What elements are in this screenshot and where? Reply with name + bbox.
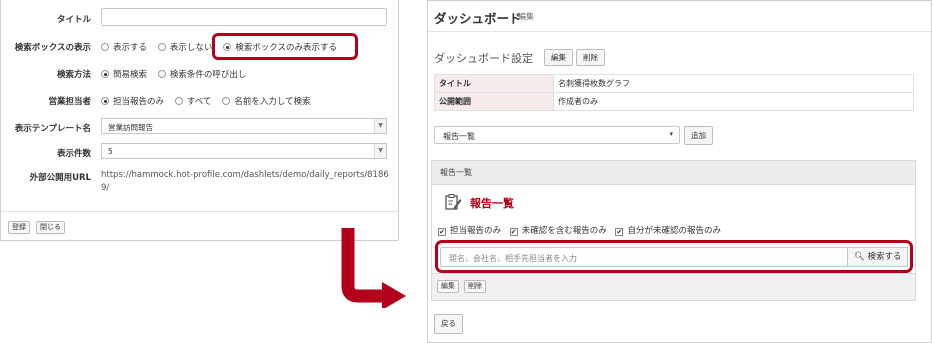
close-button[interactable]: 閉じる <box>36 221 65 234</box>
settings-table: タイトル 名刺獲得枚数グラフ 公開範囲 作成者のみ <box>434 74 914 111</box>
title-input[interactable] <box>101 8 387 26</box>
checkbox-unconfirmed-included[interactable]: ✔ 未確認を含む報告のみ <box>509 224 607 236</box>
register-button[interactable]: 登録 <box>8 221 30 234</box>
radio-selected-icon <box>101 70 109 78</box>
radio-simple-search[interactable]: 簡易検索 <box>101 68 147 80</box>
radio-icon <box>101 43 109 51</box>
radio-icon <box>157 43 166 51</box>
table-row: タイトル 名刺獲得枚数グラフ <box>434 74 914 93</box>
public-url-label: 外部公開用URL <box>29 173 91 183</box>
footer-divider <box>1 211 400 212</box>
radio-own-reports[interactable]: 担当報告のみ <box>101 95 164 107</box>
checkbox-own-reports[interactable]: ✔ 担当報告のみ <box>438 224 501 236</box>
radio-show[interactable]: 表示する <box>101 41 147 53</box>
dashlet-edit-button[interactable]: 編集 <box>437 280 459 293</box>
sales-rep-options: 担当報告のみ すべて 名前を入力して検索 <box>101 95 319 107</box>
checkmark-icon: ✔ <box>615 228 624 236</box>
template-label: 表示テンプレート名 <box>14 124 91 134</box>
checkmark-icon: ✔ <box>509 228 518 236</box>
highlight-frame <box>212 33 358 60</box>
report-list-title: 報告一覧 <box>470 197 514 210</box>
back-button[interactable]: 戻る <box>434 314 463 334</box>
dashlet-select[interactable]: 報告一覧 ▾ <box>434 126 680 144</box>
chevron-down-icon: ▾ <box>669 130 673 138</box>
report-filter-checkboxes: ✔ 担当報告のみ ✔ 未確認を含む報告のみ ✔ 自分が未確認の報告のみ <box>438 224 727 236</box>
select-arrow-icon: ▼ <box>374 119 386 133</box>
table-value: 作成者のみ <box>553 92 914 111</box>
search-box-display-label: 検索ボックスの表示 <box>14 43 91 53</box>
radio-call-search-condition[interactable]: 検索条件の呼び出し <box>157 68 246 80</box>
select-arrow-icon: ▼ <box>374 144 386 158</box>
add-button[interactable]: 追加 <box>684 126 713 145</box>
radio-search-by-name[interactable]: 名前を入力して検索 <box>222 95 311 107</box>
count-label: 表示件数 <box>56 149 91 159</box>
count-select[interactable]: 5 ▼ <box>101 143 387 159</box>
title-divider <box>428 31 931 32</box>
section-header: 報告一覧 <box>431 160 916 184</box>
dashlet-settings-form: タイトル 検索ボックスの表示 表示する 表示しない 検索ボックスのみ表示する 検… <box>0 0 400 241</box>
highlight-frame <box>435 240 913 273</box>
public-url-value: https://hammock.hot-profile.com/dashlets… <box>101 170 389 193</box>
table-value: 名刺獲得枚数グラフ <box>553 74 914 93</box>
page-subtitle: 編集 <box>518 12 534 21</box>
table-key: 公開範囲 <box>434 92 554 111</box>
flow-arrow-icon <box>341 228 406 308</box>
table-row: 公開範囲 作成者のみ <box>434 92 914 111</box>
report-list-dashlet: 報告一覧 ✔ 担当報告のみ ✔ 未確認を含む報告のみ ✔ 自分が未確認の報告のみ 題名… <box>431 184 916 301</box>
settings-title: ダッシュボード設定 <box>434 52 533 65</box>
radio-icon <box>174 97 183 105</box>
radio-hide[interactable]: 表示しない <box>157 41 212 53</box>
report-edit-icon <box>445 194 462 210</box>
template-select[interactable]: 営業訪問報告 ▼ <box>101 118 387 134</box>
page-title: ダッシュボード <box>434 11 522 26</box>
table-key: タイトル <box>434 74 554 93</box>
sales-rep-label: 営業担当者 <box>48 97 91 107</box>
radio-icon <box>222 97 231 105</box>
dashlet-delete-button[interactable]: 削除 <box>464 280 486 293</box>
title-label: タイトル <box>56 15 91 25</box>
radio-icon <box>157 70 166 78</box>
radio-selected-icon <box>101 97 109 105</box>
dashlet-footer: 編集 削除 <box>432 273 915 300</box>
checkmark-icon: ✔ <box>438 228 446 236</box>
settings-edit-button[interactable]: 編集 <box>544 49 573 66</box>
search-method-label: 検索方法 <box>56 70 91 80</box>
radio-all[interactable]: すべて <box>174 95 211 107</box>
checkbox-self-unconfirmed[interactable]: ✔ 自分が未確認の報告のみ <box>615 224 721 236</box>
settings-delete-button[interactable]: 削除 <box>576 49 605 66</box>
search-method-options: 簡易検索 検索条件の呼び出し <box>101 68 254 80</box>
dashboard-edit-panel: ダッシュボード 編集 ダッシュボード設定 編集 削除 タイトル 名刺獲得枚数グラ… <box>427 0 932 343</box>
